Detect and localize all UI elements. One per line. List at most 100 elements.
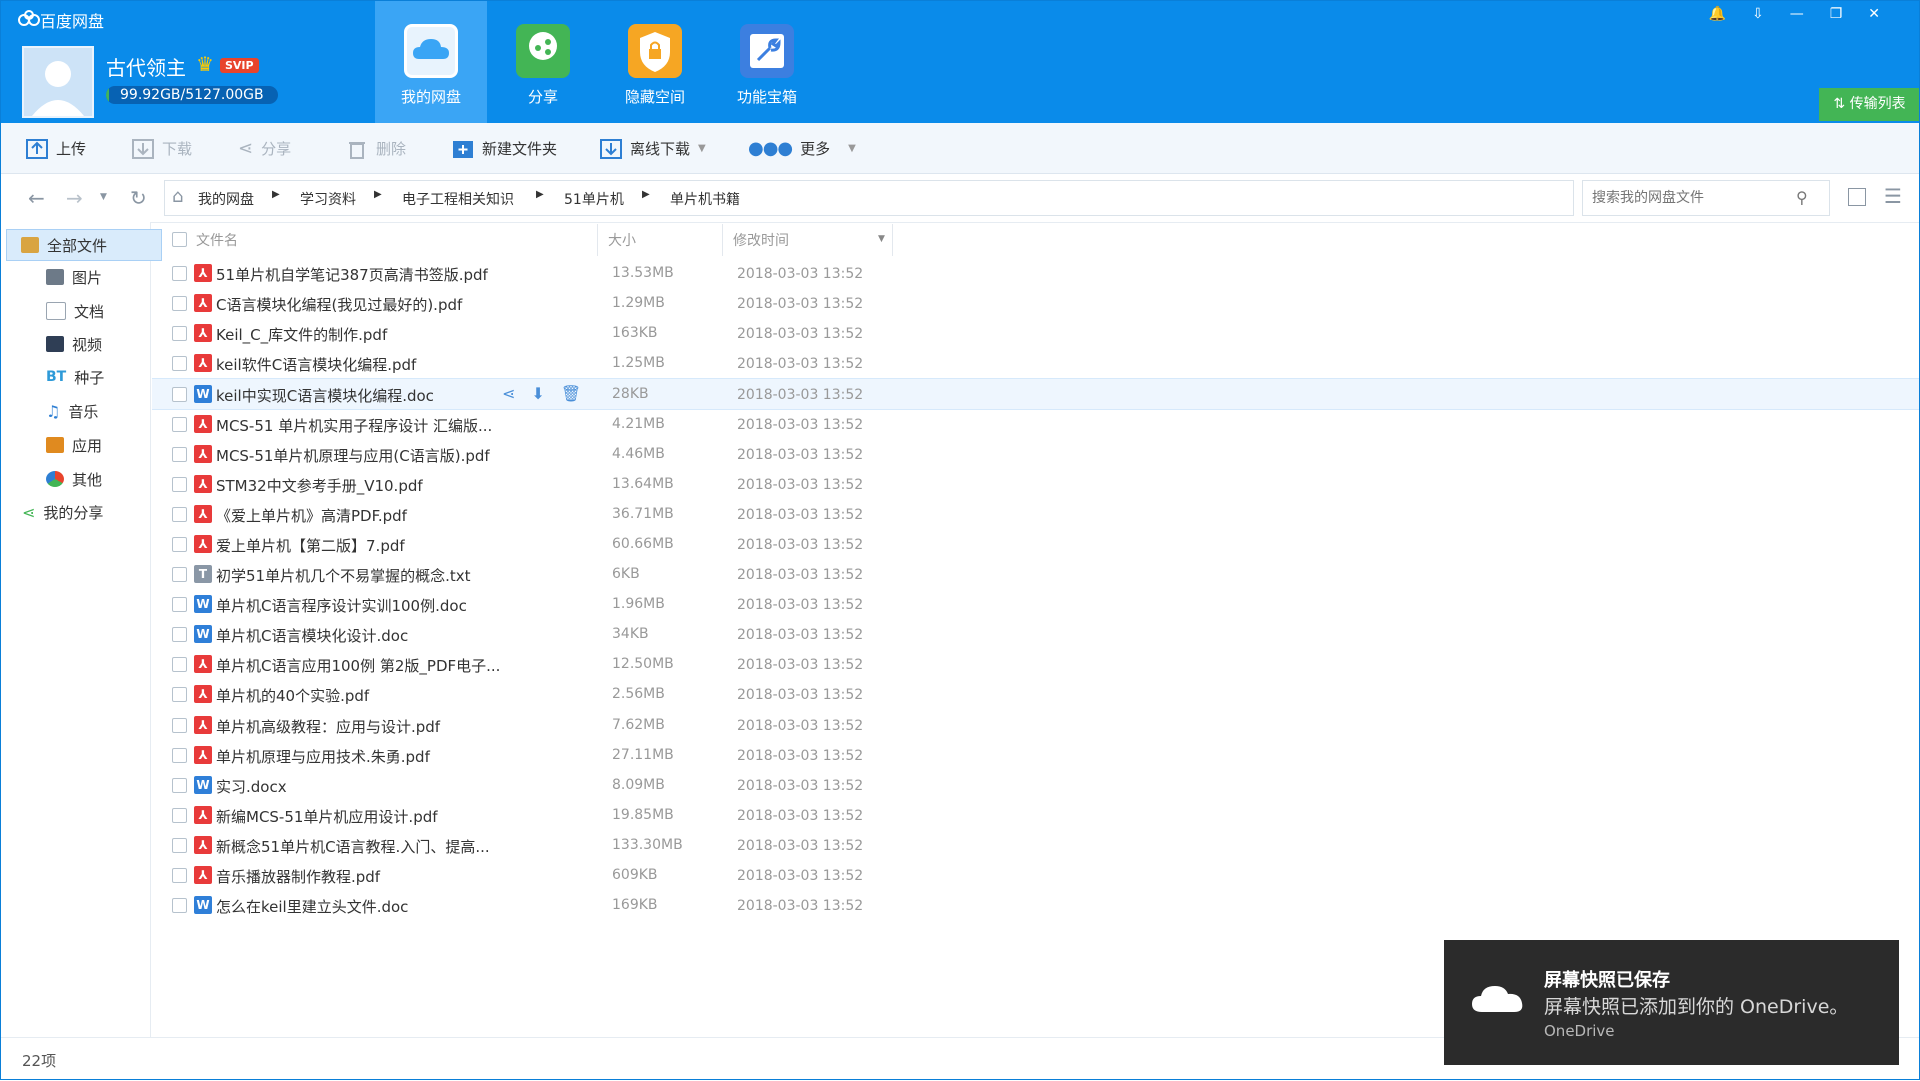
row-checkbox[interactable] [172,567,187,582]
file-row[interactable]: ⅄ 51单片机自学笔记387页高清书签版.pdf 13.53MB 2018-03-03… [152,258,1920,288]
row-checkbox[interactable] [172,597,187,612]
column-header-modified[interactable]: 修改时间 [733,230,789,250]
file-row[interactable]: W 单片机C语言程序设计实训100例.doc 1.96MB 2018-03-03 13… [152,589,1920,619]
sidebar-item-my-shares[interactable]: ⋖ 我的分享 [0,497,172,527]
back-arrow-icon[interactable]: ← [28,186,45,210]
menu-down-icon[interactable]: ⇩ [1752,6,1790,22]
file-row[interactable]: W 怎么在keil里建立头文件.doc 169KB 2018-03-03 13:52 [152,890,1920,920]
file-name[interactable]: 怎么在keil里建立头文件.doc [216,896,408,917]
maximize-icon[interactable]: ❐ [1830,6,1869,22]
row-checkbox[interactable] [172,326,187,341]
file-row[interactable]: ⅄ 单片机的40个实验.pdf 2.56MB 2018-03-03 13:52 [152,679,1920,709]
row-checkbox[interactable] [172,748,187,763]
breadcrumb-arrow-icon[interactable]: ▶ [536,189,544,200]
close-icon[interactable]: ✕ [1868,6,1906,22]
file-name[interactable]: 初学51单片机几个不易掌握的概念.txt [216,565,471,586]
breadcrumb-item-current[interactable]: 单片机书籍 [670,189,740,209]
file-row[interactable]: Wkeil中实现C语言模块化编程.doc 28KB 2018-03-03 13:52… [152,378,1920,410]
breadcrumb-arrow-icon[interactable]: ▶ [374,189,382,200]
tab-hidden-space[interactable]: 隐藏空间 [599,0,711,123]
file-name[interactable]: 单片机的40个实验.pdf [216,685,369,706]
breadcrumb-arrow-icon[interactable]: ▶ [272,189,280,200]
avatar[interactable] [22,46,94,118]
file-row[interactable]: ⅄ 音乐播放器制作教程.pdf 609KB 2018-03-03 13:52 [152,860,1920,890]
file-row[interactable]: ⅄ 《爱上单片机》高清PDF.pdf 36.71MB 2018-03-03 13:52 [152,499,1920,529]
file-name[interactable]: MCS-51单片机原理与应用(C语言版).pdf [216,445,490,466]
file-row[interactable]: ⅄ keil软件C语言模块化编程.pdf 1.25MB 2018-03-03 13:5… [152,348,1920,378]
file-name[interactable]: 单片机原理与应用技术.朱勇.pdf [216,746,430,767]
file-name[interactable]: 单片机高级教程：应用与设计.pdf [216,716,440,737]
file-name[interactable]: 新概念51单片机C语言教程.入门、提高... [216,836,490,857]
row-checkbox[interactable] [172,296,187,311]
file-row[interactable]: ⅄ STM32中文参考手册_V10.pdf 13.64MB 2018-03-03 13… [152,469,1920,499]
file-row[interactable]: ⅄ 单片机C语言应用100例 第2版_PDF电子... 12.50MB 2018-03… [152,649,1920,679]
file-row[interactable]: ⅄ 新编MCS-51单片机应用设计.pdf 19.85MB 2018-03-03 13… [152,800,1920,830]
row-checkbox[interactable] [172,537,187,552]
tab-my-disk[interactable]: 我的网盘 [375,0,487,123]
list-view-icon[interactable]: ☰ [1884,184,1902,208]
file-row[interactable]: ⅄ 单片机原理与应用技术.朱勇.pdf 27.11MB 2018-03-03 13:5… [152,740,1920,770]
trash-icon[interactable]: 🗑 [561,384,581,403]
file-row[interactable]: ⅄ Keil_C_库文件的制作.pdf 163KB 2018-03-03 13:52 [152,318,1920,348]
breadcrumb-arrow-icon[interactable]: ▶ [642,189,650,200]
file-name[interactable]: keil软件C语言模块化编程.pdf [216,354,416,375]
sort-dropdown-icon[interactable]: ▼ [878,234,885,244]
file-name[interactable]: 实习.docx [216,776,287,797]
row-checkbox[interactable] [172,417,187,432]
username[interactable]: 古代领主 [106,52,186,81]
search-icon[interactable]: ⚲ [1796,188,1808,207]
row-checkbox[interactable] [172,507,187,522]
breadcrumb-item[interactable]: 我的网盘 [198,189,254,209]
row-checkbox[interactable] [172,627,187,642]
svip-badge[interactable]: SVIP [220,58,259,73]
row-checkbox[interactable] [172,477,187,492]
file-name[interactable]: 单片机C语言模块化设计.doc [216,625,408,646]
row-checkbox[interactable] [172,687,187,702]
row-checkbox[interactable] [172,868,187,883]
file-name[interactable]: 单片机C语言应用100例 第2版_PDF电子... [216,655,500,676]
file-name[interactable]: 51单片机自学笔记387页高清书签版.pdf [216,264,488,285]
column-header-name[interactable]: 文件名 [196,230,238,250]
file-row[interactable]: ⅄ C语言模块化编程(我见过最好的).pdf 1.29MB 2018-03-03 13… [152,288,1920,318]
row-checkbox[interactable] [172,657,187,672]
bell-icon[interactable]: 🔔 [1709,6,1752,22]
row-checkbox[interactable] [172,808,187,823]
row-checkbox[interactable] [172,778,187,793]
onedrive-toast[interactable]: 屏幕快照已保存 屏幕快照已添加到你的 OneDrive。 OneDrive [1444,940,1899,1065]
offline-download-button[interactable]: 离线下载 ▼ [600,138,706,159]
row-checkbox[interactable] [172,387,187,402]
tab-share[interactable]: 分享 [487,0,599,123]
history-dropdown-icon[interactable]: ▼ [100,192,107,202]
file-name[interactable]: Keil_C_库文件的制作.pdf [216,324,387,345]
file-name[interactable]: C语言模块化编程(我见过最好的).pdf [216,294,462,315]
row-checkbox[interactable] [172,898,187,913]
row-checkbox[interactable] [172,838,187,853]
row-checkbox[interactable] [172,266,187,281]
file-row[interactable]: ⅄ 新概念51单片机C语言教程.入门、提高... 133.30MB 2018-03-0… [152,830,1920,860]
transfer-list-button[interactable]: ⇅ 传输列表 [1819,88,1920,121]
download-icon[interactable]: ⬇ [531,384,544,403]
select-all-checkbox[interactable] [172,232,187,247]
file-row[interactable]: ⅄ 单片机高级教程：应用与设计.pdf 7.62MB 2018-03-03 13:52 [152,710,1920,740]
file-name[interactable]: 新编MCS-51单片机应用设计.pdf [216,806,438,827]
file-name[interactable]: STM32中文参考手册_V10.pdf [216,475,423,496]
breadcrumb-item[interactable]: 51单片机 [564,189,624,209]
file-row[interactable]: W 单片机C语言模块化设计.doc 34KB 2018-03-03 13:52 [152,619,1920,649]
share-button[interactable]: ⋖ 分享 [238,138,291,159]
file-row[interactable]: ⅄ MCS-51 单片机实用子程序设计 汇编版... 4.21MB 2018-03-0… [152,409,1920,439]
download-button[interactable]: 下载 [132,138,192,159]
more-button[interactable]: ●●● 更多 ▼ [748,138,856,159]
file-row[interactable]: ⅄ MCS-51单片机原理与应用(C语言版).pdf 4.46MB 2018-03-0… [152,439,1920,469]
delete-button[interactable]: 删除 [346,138,406,159]
file-row[interactable]: W 实习.docx 8.09MB 2018-03-03 13:52 [152,770,1920,800]
file-name[interactable]: 音乐播放器制作教程.pdf [216,866,380,887]
row-checkbox[interactable] [172,356,187,371]
row-checkbox[interactable] [172,447,187,462]
grid-view-icon[interactable] [1848,188,1866,206]
file-name[interactable]: MCS-51 单片机实用子程序设计 汇编版... [216,415,492,436]
search-input[interactable] [1590,188,1794,206]
file-row[interactable]: T 初学51单片机几个不易掌握的概念.txt 6KB 2018-03-03 13:52 [152,559,1920,589]
refresh-icon[interactable]: ↻ [130,186,147,210]
share-icon[interactable]: ⋖ [502,384,515,403]
breadcrumb-item[interactable]: 电子工程相关知识 [402,189,514,209]
